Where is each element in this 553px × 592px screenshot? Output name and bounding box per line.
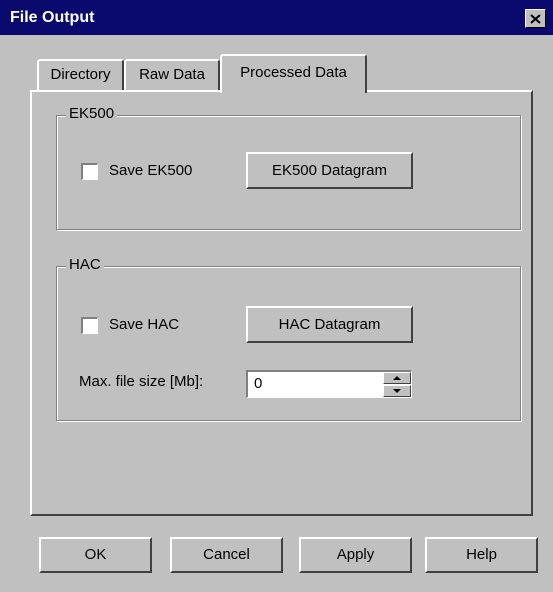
hac-datagram-button[interactable]: HAC Datagram — [246, 306, 413, 343]
max-file-size-value[interactable]: 0 — [254, 375, 262, 392]
close-icon — [530, 13, 541, 24]
spin-up-button[interactable] — [383, 372, 411, 384]
spin-buttons — [383, 372, 411, 397]
window-title: File Output — [10, 9, 95, 26]
spin-down-button[interactable] — [383, 385, 411, 397]
close-button[interactable] — [525, 9, 546, 28]
ek500-datagram-button[interactable]: EK500 Datagram — [246, 152, 413, 189]
ok-button-label: OK — [84, 546, 107, 563]
file-output-dialog: File Output Directory Raw Data Processed… — [0, 0, 553, 592]
help-button[interactable]: Help — [425, 537, 538, 573]
hac-group-label: HAC — [66, 256, 104, 274]
tab-directory[interactable]: Directory — [37, 59, 124, 91]
hac-datagram-button-label: HAC Datagram — [278, 316, 381, 333]
ek500-group-label: EK500 — [66, 105, 118, 123]
tab-raw-data[interactable]: Raw Data — [124, 59, 220, 91]
cancel-button[interactable]: Cancel — [170, 537, 283, 573]
spin-down-arrow-icon — [393, 389, 401, 393]
apply-button[interactable]: Apply — [299, 537, 412, 573]
apply-button-label: Apply — [336, 546, 375, 563]
spin-up-arrow-icon — [393, 376, 401, 380]
tab-processed-data[interactable]: Processed Data — [220, 54, 367, 93]
ek500-datagram-button-label: EK500 Datagram — [271, 162, 388, 179]
tab-directory-label: Directory — [50, 66, 111, 83]
save-hac-checkbox[interactable] — [81, 317, 98, 334]
save-ek500-checkbox[interactable] — [81, 163, 98, 180]
help-button-label: Help — [466, 546, 497, 563]
max-file-size-spinbox[interactable]: 0 — [246, 370, 412, 398]
tab-processed-data-label: Processed Data — [240, 64, 347, 81]
save-hac-label: Save HAC — [109, 316, 180, 333]
ok-button[interactable]: OK — [39, 537, 152, 573]
title-bar: File Output — [0, 0, 553, 35]
save-ek500-label: Save EK500 — [109, 162, 193, 179]
cancel-button-label: Cancel — [203, 546, 250, 563]
tab-raw-data-label: Raw Data — [139, 66, 205, 83]
max-file-size-label: Max. file size [Mb]: — [79, 373, 204, 390]
